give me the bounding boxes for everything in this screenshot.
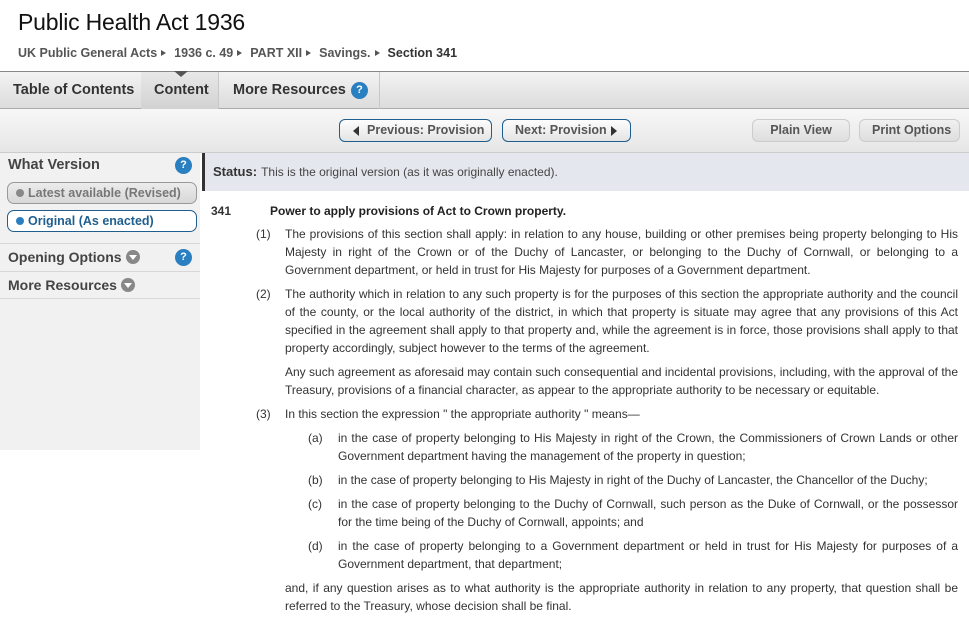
arrow-left-icon <box>353 126 359 136</box>
status-text: This is the original version (as it was … <box>261 165 558 179</box>
breadcrumb-arrow-icon <box>374 50 380 56</box>
tab-more-resources-label: More Resources <box>233 82 346 98</box>
previous-provision-button[interactable]: Previous: Provision <box>339 119 492 142</box>
tab-table-of-contents[interactable]: Table of Contents <box>0 72 149 109</box>
previous-provision-label: Previous: Provision <box>367 123 485 137</box>
breadcrumb-arrow-icon <box>237 50 243 56</box>
breadcrumb-arrow-icon <box>306 50 312 56</box>
paragraph-c: in the case of property belonging to the… <box>338 497 958 529</box>
opening-options-label: Opening Options <box>8 249 140 265</box>
section-heading: Power to apply provisions of Act to Crow… <box>270 204 567 218</box>
subsection-2: The authority which in relation to any s… <box>285 287 958 355</box>
original-version-label: Original (As enacted) <box>28 214 154 228</box>
what-version-heading: What Version <box>8 157 100 173</box>
latest-version-button[interactable]: Latest available (Revised) <box>7 182 197 204</box>
print-options-button[interactable]: Print Options <box>859 119 960 142</box>
breadcrumb-section: Section 341 <box>387 46 458 60</box>
next-provision-label: Next: Provision <box>515 123 607 137</box>
subsection-2-continued: Any such agreement as aforesaid may cont… <box>285 365 958 397</box>
original-version-button[interactable]: Original (As enacted) <box>7 210 197 232</box>
paragraph-label: (c) <box>308 497 322 511</box>
paragraph-d: in the case of property belonging to a G… <box>338 539 958 571</box>
arrow-right-icon <box>611 126 617 136</box>
tab-more-resources[interactable]: More Resources ? <box>220 72 380 109</box>
chevron-down-icon <box>125 250 140 265</box>
subsection-number: (2) <box>256 287 271 301</box>
page-title: Public Health Act 1936 <box>18 9 246 35</box>
paragraph-label: (a) <box>308 431 323 445</box>
subsection-number: (1) <box>256 227 271 241</box>
more-resources-label: More Resources <box>8 277 135 293</box>
paragraph-label: (b) <box>308 473 323 487</box>
status-label: Status: <box>213 164 258 179</box>
subsection-3: In this section the expression " the app… <box>285 407 640 421</box>
sidebar: What Version ? Latest available (Revised… <box>0 153 200 450</box>
more-resources-toggle[interactable]: More Resources <box>0 271 200 299</box>
paragraph-b: in the case of property belonging to His… <box>338 473 928 487</box>
radio-dot-icon <box>16 189 24 197</box>
section-number: 341 <box>211 204 232 218</box>
paragraph-a: in the case of property belonging to His… <box>338 431 958 463</box>
next-provision-button[interactable]: Next: Provision <box>502 119 631 142</box>
opening-options-toggle[interactable]: Opening Options ? <box>0 243 200 271</box>
latest-version-label: Latest available (Revised) <box>28 186 181 200</box>
breadcrumb-arrow-icon <box>161 50 167 56</box>
breadcrumb-part[interactable]: PART XII <box>250 46 302 60</box>
paragraph-label: (d) <box>308 539 323 553</box>
closing-text: and, if any question arises as to what a… <box>285 581 958 613</box>
opening-options-help-icon[interactable]: ? <box>175 249 192 266</box>
tab-content[interactable]: Content <box>141 72 219 109</box>
subsection-number: (3) <box>256 407 271 421</box>
what-version-help-icon[interactable]: ? <box>175 157 192 174</box>
breadcrumb-savings[interactable]: Savings. <box>319 46 370 60</box>
breadcrumb-acts[interactable]: UK Public General Acts <box>18 46 157 60</box>
breadcrumb: UK Public General Acts 1936 c. 49 PART X… <box>18 46 457 60</box>
radio-dot-selected-icon <box>16 217 24 225</box>
status-bar: Status: This is the original version (as … <box>202 153 969 191</box>
help-icon[interactable]: ? <box>351 82 368 99</box>
plain-view-button[interactable]: Plain View <box>752 119 850 142</box>
subsection-1: The provisions of this section shall app… <box>285 227 958 277</box>
tab-bar: Table of Contents Content More Resources… <box>0 71 969 109</box>
active-tab-pointer-icon <box>174 71 188 77</box>
breadcrumb-chapter[interactable]: 1936 c. 49 <box>174 46 233 60</box>
chevron-down-icon <box>120 278 135 293</box>
provision-nav-bar: Previous: Provision Next: Provision Plai… <box>0 109 969 153</box>
